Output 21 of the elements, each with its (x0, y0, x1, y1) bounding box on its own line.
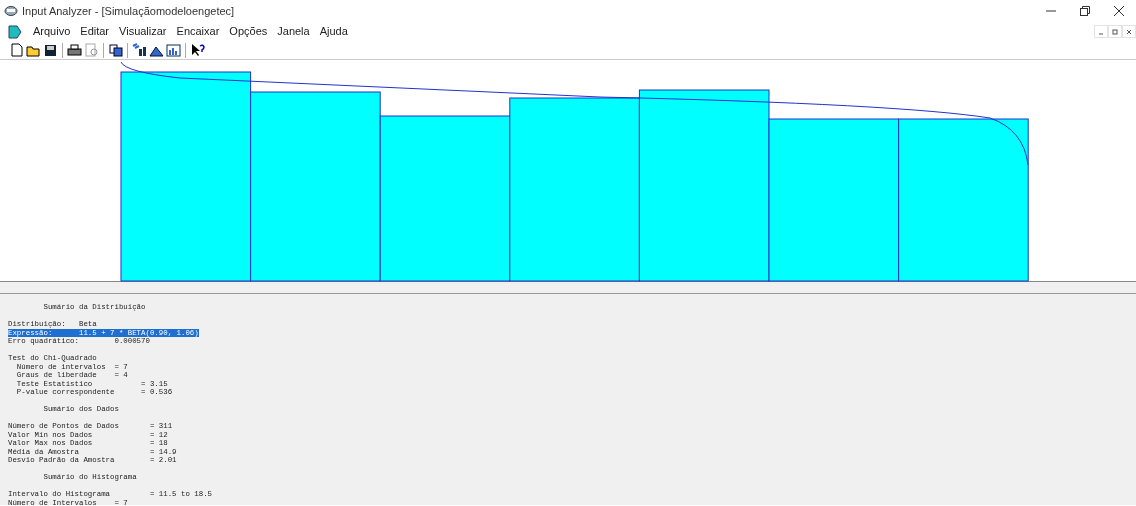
bar-chart-icon[interactable] (165, 41, 182, 59)
restore-icon (1112, 28, 1118, 35)
document-icon (8, 24, 24, 39)
restore-icon (1080, 6, 1090, 16)
menu-item[interactable]: Encaixar (171, 23, 225, 40)
window-title: Input Analyzer - [Simulaçãomodeloengetec] (22, 3, 235, 19)
menu-item[interactable]: Opções (224, 23, 273, 40)
menu-item[interactable]: Visualizar (114, 23, 172, 40)
menu-item[interactable]: Ajuda (314, 23, 353, 40)
printer-icon[interactable] (66, 41, 83, 59)
new-file-icon[interactable] (8, 41, 25, 59)
copy-icon[interactable] (107, 41, 124, 59)
close-icon (1126, 28, 1132, 35)
menu-item[interactable]: Janela (272, 23, 315, 40)
app-icon (4, 5, 18, 17)
menu-item[interactable]: Editar (75, 23, 115, 40)
close-icon (1114, 6, 1124, 16)
close-button[interactable] (1122, 25, 1136, 38)
fit-chart-icon[interactable] (131, 41, 148, 59)
help-icon[interactable] (189, 41, 206, 59)
menu-item[interactable]: Arquivo (28, 23, 76, 40)
